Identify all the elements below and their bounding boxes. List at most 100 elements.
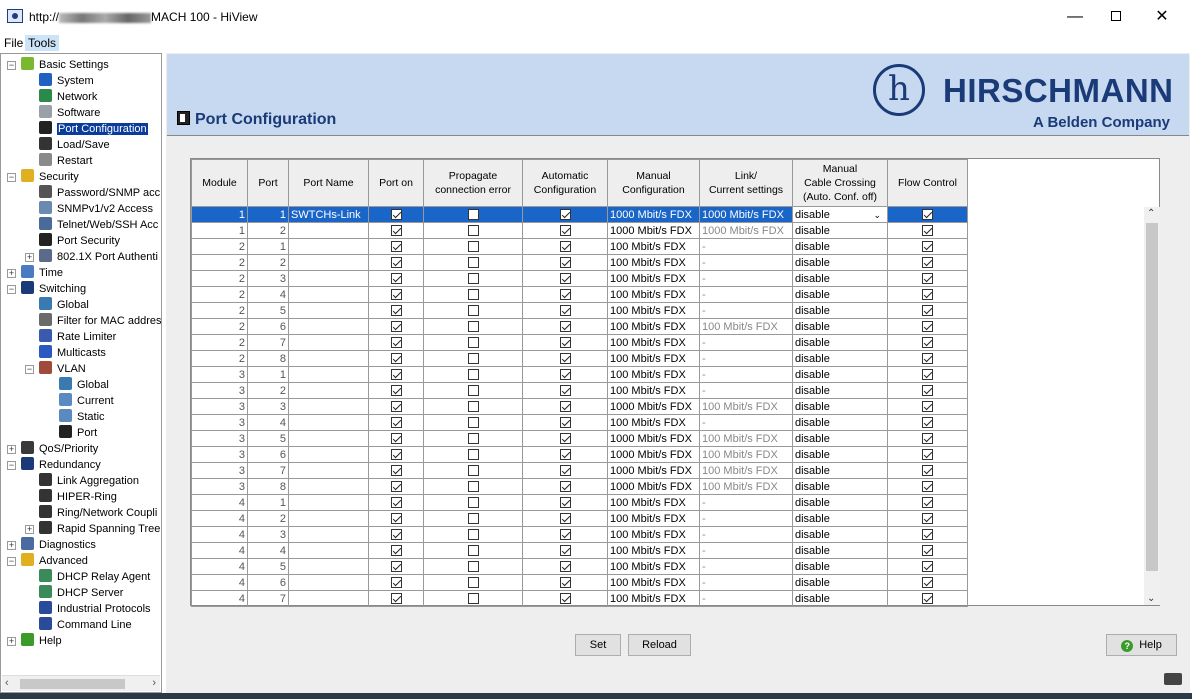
scrollbar-thumb[interactable] <box>20 679 125 689</box>
port-on-checkbox[interactable] <box>390 385 402 397</box>
scroll-right-icon[interactable]: › <box>152 677 156 689</box>
propagate-error-checkbox[interactable] <box>467 305 479 317</box>
tree-item-multicasts[interactable]: Multicasts <box>39 345 106 361</box>
table-row[interactable]: 2 3 100 Mbit/s FDX - disable <box>191 270 968 287</box>
tree-item-global[interactable]: Global <box>59 377 109 393</box>
cable-crossing-cell[interactable]: disable <box>792 462 888 479</box>
port-on-checkbox[interactable] <box>390 353 402 365</box>
port-on-checkbox[interactable] <box>390 449 402 461</box>
propagate-error-checkbox[interactable] <box>467 337 479 349</box>
propagate-error-checkbox[interactable] <box>467 465 479 477</box>
cable-crossing-cell[interactable]: disable <box>792 414 888 431</box>
port-name-cell[interactable]: SWTCHs-Link <box>288 206 369 223</box>
cable-crossing-cell[interactable]: disable <box>792 238 888 255</box>
auto-config-checkbox[interactable] <box>559 401 571 413</box>
auto-config-checkbox[interactable] <box>559 545 571 557</box>
propagate-error-checkbox[interactable] <box>467 209 479 221</box>
tree-item-help[interactable]: Help <box>21 633 62 649</box>
manual-config-cell[interactable]: 1000 Mbit/s FDX <box>607 430 700 447</box>
tree-expander-plus-icon[interactable]: + <box>7 269 16 278</box>
propagate-error-checkbox[interactable] <box>467 385 479 397</box>
tree-item-software[interactable]: Software <box>39 105 100 121</box>
flow-control-checkbox[interactable] <box>922 561 933 573</box>
table-row[interactable]: 4 4 100 Mbit/s FDX - disable <box>191 542 968 559</box>
port-on-checkbox[interactable] <box>390 273 402 285</box>
cable-crossing-cell[interactable]: disable <box>792 510 888 527</box>
table-vertical-scrollbar[interactable]: ⌃ ⌄ <box>1144 207 1160 605</box>
auto-config-checkbox[interactable] <box>559 497 571 509</box>
tree-item-rapid-spanning-tree[interactable]: Rapid Spanning Tree <box>39 521 160 537</box>
table-row[interactable]: 3 7 1000 Mbit/s FDX 100 Mbit/s FDX disable <box>191 462 968 479</box>
set-button[interactable]: Set <box>575 634 621 656</box>
tree-item-redundancy[interactable]: Redundancy <box>21 457 101 473</box>
tree-item-static[interactable]: Static <box>59 409 105 425</box>
tree-item-restart[interactable]: Restart <box>39 153 92 169</box>
tree-item-ring-network-coupli[interactable]: Ring/Network Coupli <box>39 505 157 521</box>
port-name-cell[interactable] <box>288 222 369 239</box>
port-on-checkbox[interactable] <box>390 305 402 317</box>
tree-item-basic-settings[interactable]: Basic Settings <box>21 57 109 73</box>
manual-config-cell[interactable]: 100 Mbit/s FDX <box>607 302 700 319</box>
port-name-cell[interactable] <box>288 462 369 479</box>
port-name-cell[interactable] <box>288 366 369 383</box>
cable-crossing-cell[interactable]: disable <box>792 398 888 415</box>
cable-crossing-cell[interactable]: disable <box>792 366 888 383</box>
tree-item-system[interactable]: System <box>39 73 94 89</box>
tree-expander-plus-icon[interactable]: + <box>25 253 34 262</box>
auto-config-checkbox[interactable] <box>559 353 571 365</box>
port-on-checkbox[interactable] <box>390 209 402 221</box>
propagate-error-checkbox[interactable] <box>467 545 479 557</box>
tree-expander-plus-icon[interactable]: + <box>25 525 34 534</box>
auto-config-checkbox[interactable] <box>559 417 571 429</box>
flow-control-checkbox[interactable] <box>922 481 933 493</box>
cable-crossing-cell[interactable]: disable <box>792 574 888 591</box>
manual-config-cell[interactable]: 100 Mbit/s FDX <box>607 254 700 271</box>
tree-item-password-snmp-acc[interactable]: Password/SNMP acc <box>39 185 160 201</box>
propagate-error-checkbox[interactable] <box>467 513 479 525</box>
propagate-error-checkbox[interactable] <box>467 353 479 365</box>
cable-crossing-cell[interactable]: disable ⌄ <box>792 206 888 223</box>
manual-config-cell[interactable]: 100 Mbit/s FDX <box>607 574 700 591</box>
table-row[interactable]: 4 1 100 Mbit/s FDX - disable <box>191 494 968 511</box>
table-row[interactable]: 3 6 1000 Mbit/s FDX 100 Mbit/s FDX disable <box>191 446 968 463</box>
tree-item-filter-for-mac-addres[interactable]: Filter for MAC addres <box>39 313 161 329</box>
port-on-checkbox[interactable] <box>390 257 402 269</box>
help-button[interactable]: ? Help <box>1106 634 1177 656</box>
tree-item-security[interactable]: Security <box>21 169 79 185</box>
propagate-error-checkbox[interactable] <box>467 481 479 493</box>
tree-item-dhcp-relay-agent[interactable]: DHCP Relay Agent <box>39 569 150 585</box>
flow-control-checkbox[interactable] <box>922 241 933 253</box>
flow-control-checkbox[interactable] <box>922 353 933 365</box>
port-on-checkbox[interactable] <box>390 289 402 301</box>
port-name-cell[interactable] <box>288 558 369 575</box>
cable-crossing-cell[interactable]: disable <box>792 590 888 607</box>
tree-item-switching[interactable]: Switching <box>21 281 86 297</box>
minimize-button[interactable]: — <box>1052 0 1098 34</box>
flow-control-checkbox[interactable] <box>922 577 933 589</box>
auto-config-checkbox[interactable] <box>559 593 571 605</box>
column-header[interactable]: Port on <box>368 159 424 207</box>
auto-config-checkbox[interactable] <box>559 385 571 397</box>
propagate-error-checkbox[interactable] <box>467 577 479 589</box>
auto-config-checkbox[interactable] <box>559 289 571 301</box>
table-row[interactable]: 2 8 100 Mbit/s FDX - disable <box>191 350 968 367</box>
propagate-error-checkbox[interactable] <box>467 289 479 301</box>
port-name-cell[interactable] <box>288 302 369 319</box>
tree-item-port[interactable]: Port <box>59 425 97 441</box>
flow-control-checkbox[interactable] <box>922 257 933 269</box>
port-name-cell[interactable] <box>288 318 369 335</box>
manual-config-cell[interactable]: 1000 Mbit/s FDX <box>607 398 700 415</box>
table-row[interactable]: 2 4 100 Mbit/s FDX - disable <box>191 286 968 303</box>
port-name-cell[interactable] <box>288 398 369 415</box>
table-row[interactable]: 1 2 1000 Mbit/s FDX 1000 Mbit/s FDX disable <box>191 222 968 239</box>
flow-control-checkbox[interactable] <box>922 513 933 525</box>
port-name-cell[interactable] <box>288 382 369 399</box>
cable-crossing-cell[interactable]: disable <box>792 286 888 303</box>
port-on-checkbox[interactable] <box>390 225 402 237</box>
tree-item-telnet-web-ssh-acc[interactable]: Telnet/Web/SSH Acc <box>39 217 158 233</box>
cable-crossing-cell[interactable]: disable <box>792 430 888 447</box>
reload-button[interactable]: Reload <box>628 634 691 656</box>
maximize-button[interactable] <box>1093 0 1139 34</box>
auto-config-checkbox[interactable] <box>559 369 571 381</box>
hiview-app-icon[interactable] <box>7 9 23 23</box>
